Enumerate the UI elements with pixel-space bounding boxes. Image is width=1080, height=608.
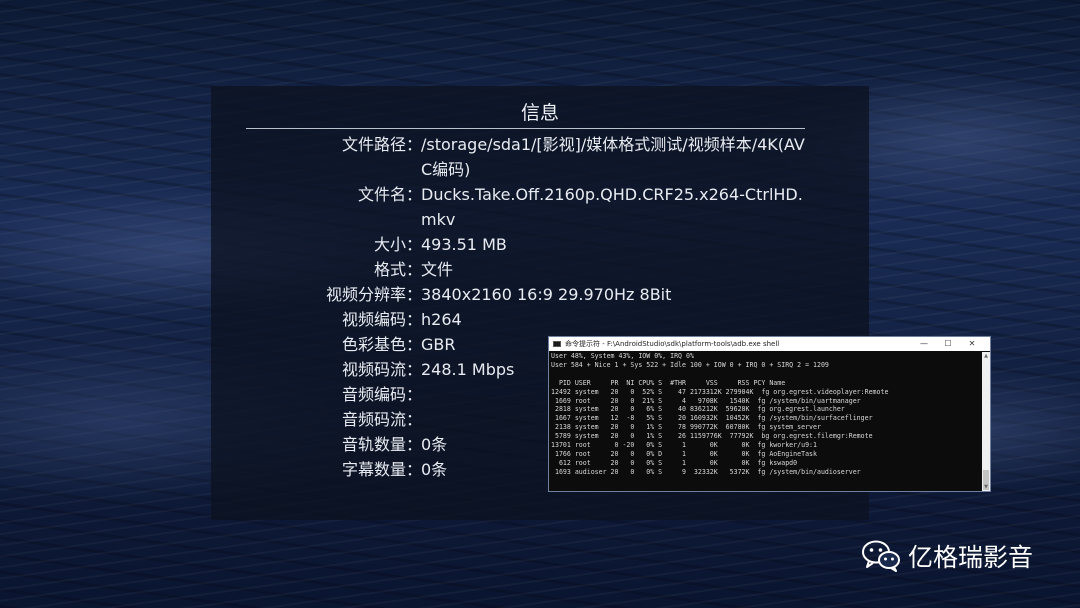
- info-separator: ：: [406, 410, 423, 429]
- info-row-format: 格式 ： 文件: [211, 257, 869, 282]
- terminal-line: PID USER PR NI CPU% S #THR VSS RSS PCY N…: [551, 378, 786, 387]
- terminal-line: 13701 root 0 -20 0% S 1 0K 0K fg kworker…: [551, 441, 817, 450]
- info-separator: ：: [406, 185, 423, 204]
- window-title: 命令提示符 - F:\AndroidStudio\sdk\platform-to…: [565, 340, 780, 348]
- terminal-output[interactable]: User 48%, System 43%, IOW 0%, IRQ 0% User…: [551, 352, 980, 489]
- info-label: 色彩基色: [341, 335, 406, 354]
- info-label: 大小: [373, 235, 406, 254]
- info-value: /storage/sda1/[影视]/媒体格式测试/视频样本/4K(AVC编码): [421, 135, 805, 179]
- info-row-video-codec: 视频编码 ： h264: [211, 307, 869, 332]
- title-divider: [246, 128, 805, 129]
- info-label: 视频分辨率: [325, 285, 406, 304]
- terminal-line: 1667 system 12 -8 5% S 20 160932K 10452K…: [551, 414, 873, 423]
- terminal-icon: [553, 341, 561, 347]
- terminal-line: 5789 system 20 0 1% S 26 1159776K 77792K…: [551, 432, 873, 441]
- info-separator: ：: [406, 235, 423, 254]
- maximize-button[interactable]: ☐: [936, 337, 960, 351]
- window-titlebar[interactable]: 命令提示符 - F:\AndroidStudio\sdk\platform-to…: [549, 337, 990, 351]
- dialog-title: 信息: [520, 102, 559, 124]
- info-label: 视频码流: [341, 360, 406, 379]
- info-label: 音频码流: [341, 410, 406, 429]
- command-prompt-window[interactable]: 命令提示符 - F:\AndroidStudio\sdk\platform-to…: [548, 336, 991, 492]
- info-row-file-path: 文件路径 ： /storage/sda1/[影视]/媒体格式测试/视频样本/4K…: [211, 132, 869, 182]
- info-separator: ：: [406, 360, 423, 379]
- terminal-line: 2138 system 20 0 1% S 78 990772K 60780K …: [551, 423, 821, 432]
- info-row-video-resolution: 视频分辨率 ： 3840x2160 16:9 29.970Hz 8Bit: [211, 282, 869, 307]
- info-separator: ：: [406, 260, 423, 279]
- terminal-line: User 584 + Nice 1 + Sys 522 + Idle 100 +…: [551, 360, 829, 369]
- info-label: 音轨数量: [341, 435, 406, 454]
- info-separator: ：: [406, 385, 423, 404]
- scroll-up-icon[interactable]: ▲: [982, 353, 990, 359]
- info-value: 3840x2160 16:9 29.970Hz 8Bit: [421, 285, 672, 304]
- brand-watermark: 亿格瑞影音: [862, 538, 1033, 574]
- info-separator: ：: [406, 135, 423, 154]
- info-row-size: 大小 ： 493.51 MB: [211, 232, 869, 257]
- minimize-button[interactable]: —: [912, 337, 936, 351]
- terminal-line: User 48%, System 43%, IOW 0%, IRQ 0%: [551, 352, 694, 360]
- terminal-line: 1669 root 20 0 21% S 4 9708K 1540K fg /s…: [551, 396, 861, 405]
- vertical-scrollbar[interactable]: ▲ ▼: [982, 352, 990, 491]
- info-label: 文件路径: [341, 135, 406, 154]
- wechat-icon: [862, 540, 900, 572]
- info-separator: ：: [406, 310, 423, 329]
- watermark-text: 亿格瑞影音: [908, 543, 1034, 572]
- info-row-file-name: 文件名 ： Ducks.Take.Off.2160p.QHD.CRF25.x26…: [211, 182, 869, 232]
- info-value: 493.51 MB: [421, 235, 507, 254]
- info-label: 视频编码: [341, 310, 406, 329]
- info-label: 格式: [373, 260, 406, 279]
- window-controls: — ☐ ✕: [912, 337, 984, 351]
- terminal-line: 1693 audioser 20 0 0% S 9 32332K 5372K f…: [551, 467, 861, 476]
- terminal-line: 2818 system 20 0 6% S 40 836212K 59628K …: [551, 405, 845, 414]
- info-label: 字幕数量: [341, 460, 406, 479]
- info-label: 文件名: [357, 185, 406, 204]
- info-value: 文件: [421, 260, 454, 279]
- info-label: 音频编码: [341, 385, 406, 404]
- info-separator: ：: [406, 435, 423, 454]
- info-separator: ：: [406, 460, 423, 479]
- info-value: h264: [421, 310, 462, 329]
- info-separator: ：: [406, 335, 423, 354]
- terminal-line: 612 root 20 0 0% S 1 0K 0K fg kswapd0: [551, 458, 798, 467]
- info-separator: ：: [406, 285, 423, 304]
- terminal-line: 12492 system 20 0 52% S 47 2173312K 2799…: [551, 387, 889, 396]
- info-value: Ducks.Take.Off.2160p.QHD.CRF25.x264-Ctrl…: [421, 185, 803, 229]
- terminal-line: 1766 root 20 0 0% D 1 0K 0K fg AoEngineT…: [551, 449, 817, 458]
- scroll-down-icon[interactable]: ▼: [982, 484, 990, 490]
- close-button[interactable]: ✕: [960, 337, 984, 351]
